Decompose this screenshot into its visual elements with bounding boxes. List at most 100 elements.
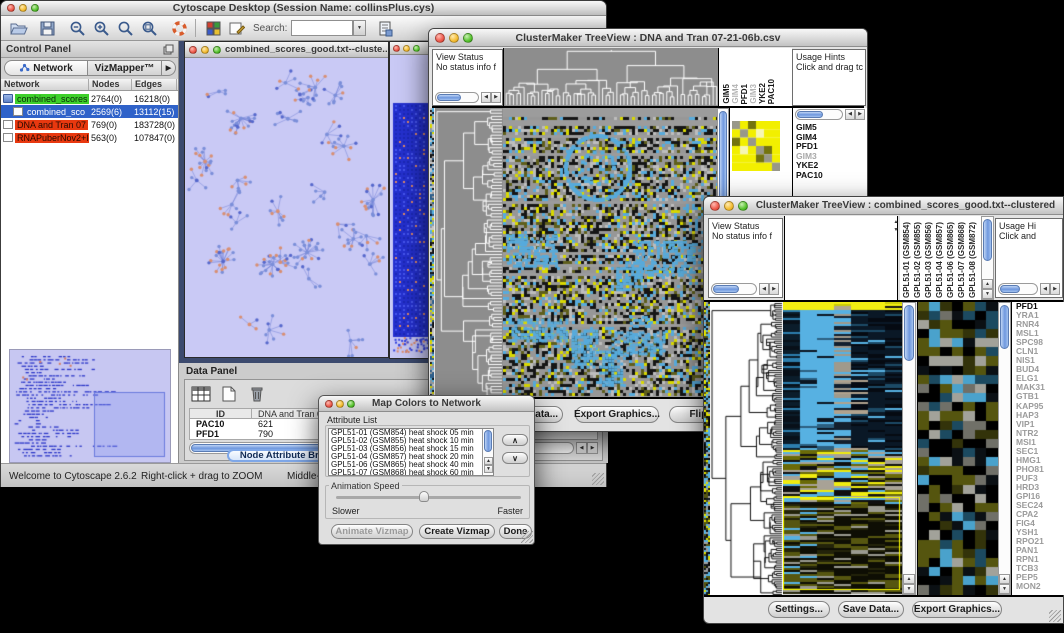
zoom-button[interactable] [213, 46, 221, 54]
scroll-left-icon[interactable]: ◀ [759, 283, 769, 295]
zoom-button[interactable] [413, 45, 420, 52]
move-up-button[interactable]: ∧ [502, 434, 528, 446]
save-icon[interactable] [35, 18, 59, 39]
settings-button[interactable]: Settings... [768, 601, 830, 618]
new-attribute-icon[interactable] [217, 384, 241, 404]
tv1-similarity-matrix[interactable] [732, 121, 780, 171]
treeview2-titlebar[interactable]: ClusterMaker TreeView : combined_scores_… [704, 197, 1063, 215]
scrollbar-thumb[interactable] [713, 285, 739, 293]
attribute-list-item[interactable]: GPL51-02 (GSM855) heat shock 10 min [329, 437, 481, 445]
network-overview-thumbnail[interactable] [9, 349, 171, 463]
close-button[interactable] [710, 201, 720, 211]
open-file-icon[interactable] [7, 18, 31, 39]
scroll-right-icon[interactable]: ▶ [491, 92, 501, 103]
scroll-up-icon[interactable]: ▲ [484, 457, 493, 465]
resize-grip[interactable] [1049, 610, 1061, 622]
network-table-row[interactable]: RNAPuberNov2+I563(0)107847(0) [1, 131, 178, 144]
tab-network[interactable]: Network [4, 60, 88, 76]
tab-overflow-icon[interactable]: ▶ [162, 60, 176, 76]
zoom-button[interactable] [31, 4, 39, 12]
scroll-down-icon[interactable]: ▼ [484, 465, 493, 473]
tv1-overview-strip[interactable] [430, 108, 434, 397]
scrollbar-thumb[interactable] [1000, 305, 1009, 349]
tv2-selected-genes-heatmap[interactable] [917, 302, 998, 595]
scroll-left-icon[interactable]: ◀ [481, 92, 491, 103]
close-button[interactable] [325, 400, 333, 408]
usage-hints-hscrollbar[interactable] [998, 283, 1038, 295]
close-button[interactable] [435, 33, 445, 43]
scrollbar-thumb[interactable] [904, 305, 914, 361]
zoom-out-icon[interactable] [65, 18, 89, 39]
view-status-hscrollbar[interactable] [435, 92, 479, 103]
tv1-column-dendrogram[interactable] [503, 48, 719, 106]
minimize-button[interactable] [336, 400, 344, 408]
tv2-genelist-vscrollbar[interactable]: ▲ ▼ [998, 302, 1011, 595]
search-dropdown-icon[interactable]: ▼ [353, 20, 366, 36]
scrollbar-thumb[interactable] [484, 430, 492, 452]
zoom-button[interactable] [463, 33, 473, 43]
resize-grip[interactable] [592, 473, 604, 485]
annotation-icon[interactable] [225, 18, 249, 39]
resize-grip[interactable] [521, 531, 533, 543]
attribute-list-item[interactable]: GPL51-06 (GSM865) heat shock 40 min [329, 461, 481, 469]
tv1-heatmap[interactable] [503, 108, 717, 397]
zoom-selected-icon[interactable] [113, 18, 137, 39]
tv2-column-dendrogram-area[interactable] [784, 216, 898, 300]
help-icon[interactable] [167, 18, 191, 39]
vizmapper-icon[interactable] [201, 18, 225, 39]
minimize-button[interactable] [449, 33, 459, 43]
gene-panel-hscrollbar[interactable] [795, 109, 843, 120]
minimize-button[interactable] [201, 46, 209, 54]
network-table-row[interactable]: combined_sco2569(6)13112(15) [1, 105, 178, 118]
minimize-button[interactable] [724, 201, 734, 211]
dialog-titlebar[interactable]: Map Colors to Network [319, 396, 534, 412]
tab-vizmapper[interactable]: VizMapper™ [88, 60, 162, 76]
zoom-button[interactable] [738, 201, 748, 211]
attribute-list-item[interactable]: GPL51-03 (GSM856) heat shock 15 min [329, 445, 481, 453]
scroll-right-icon[interactable]: ▶ [855, 109, 865, 120]
tv2-collabel-vscrollbar[interactable]: ▲ ▼ [981, 216, 994, 300]
network-view-1-canvas[interactable] [185, 58, 388, 357]
minimize-button[interactable] [403, 45, 410, 52]
attribute-select-icon[interactable] [189, 384, 213, 404]
speed-slider-thumb[interactable] [419, 491, 429, 502]
tv1-row-dendrogram[interactable] [435, 108, 503, 397]
network-table-row[interactable]: combined_scores2764(0)16218(0) [1, 92, 178, 105]
close-button[interactable] [189, 46, 197, 54]
attribute-list-item[interactable]: GPL51-07 (GSM868) heat shock 60 min [329, 469, 481, 476]
network-view-2-canvas[interactable] [390, 55, 432, 358]
scroll-up-icon[interactable]: ▲ [892, 218, 900, 226]
tv2-heatmap[interactable] [783, 302, 902, 595]
scroll-up-icon[interactable]: ▲ [982, 279, 993, 289]
attribute-list-vscrollbar[interactable]: ▲ ▼ [482, 429, 493, 475]
animate-vizmap-button[interactable]: Animate Vizmap [331, 524, 413, 539]
scroll-down-icon[interactable]: ▼ [903, 584, 915, 594]
attribute-list-item[interactable]: GPL51-01 (GSM854) heat shock 05 min [329, 429, 481, 437]
network-window-1-titlebar[interactable]: combined_scores_good.txt--cluste... [185, 42, 388, 58]
scroll-down-icon[interactable]: ▼ [892, 226, 900, 234]
scroll-right-icon[interactable]: ▶ [587, 442, 598, 454]
delete-attribute-icon[interactable] [245, 384, 269, 404]
scroll-right-icon[interactable]: ▶ [1050, 283, 1060, 295]
scroll-down-icon[interactable]: ▼ [999, 584, 1010, 594]
scrollbar-thumb[interactable] [797, 111, 823, 118]
scroll-down-icon[interactable]: ▼ [982, 289, 993, 299]
main-titlebar[interactable]: Cytoscape Desktop (Session Name: collins… [1, 1, 606, 16]
close-button[interactable] [393, 45, 400, 52]
view-status-hscrollbar[interactable] [711, 283, 757, 295]
save-data-button[interactable]: Save Data... [838, 601, 904, 618]
create-vizmap-button[interactable]: Create Vizmap [419, 524, 495, 539]
scrollbar-thumb[interactable] [983, 219, 992, 261]
scrollbar-thumb[interactable] [437, 94, 461, 101]
scroll-left-icon[interactable]: ◀ [1040, 283, 1050, 295]
move-down-button[interactable]: ∨ [502, 452, 528, 464]
network-window-2-titlebar[interactable] [390, 42, 432, 55]
zoom-fit-icon[interactable] [137, 18, 161, 39]
export-graphics-button[interactable]: Export Graphics... [575, 406, 659, 423]
import-table-icon[interactable] [373, 18, 397, 39]
export-graphics-button[interactable]: Export Graphics... [912, 601, 1002, 618]
gene-list-item[interactable]: MON2 [1012, 582, 1064, 591]
scroll-right-icon[interactable]: ▶ [769, 283, 779, 295]
float-panel-icon[interactable] [163, 44, 174, 58]
scroll-left-icon[interactable]: ◀ [576, 442, 587, 454]
